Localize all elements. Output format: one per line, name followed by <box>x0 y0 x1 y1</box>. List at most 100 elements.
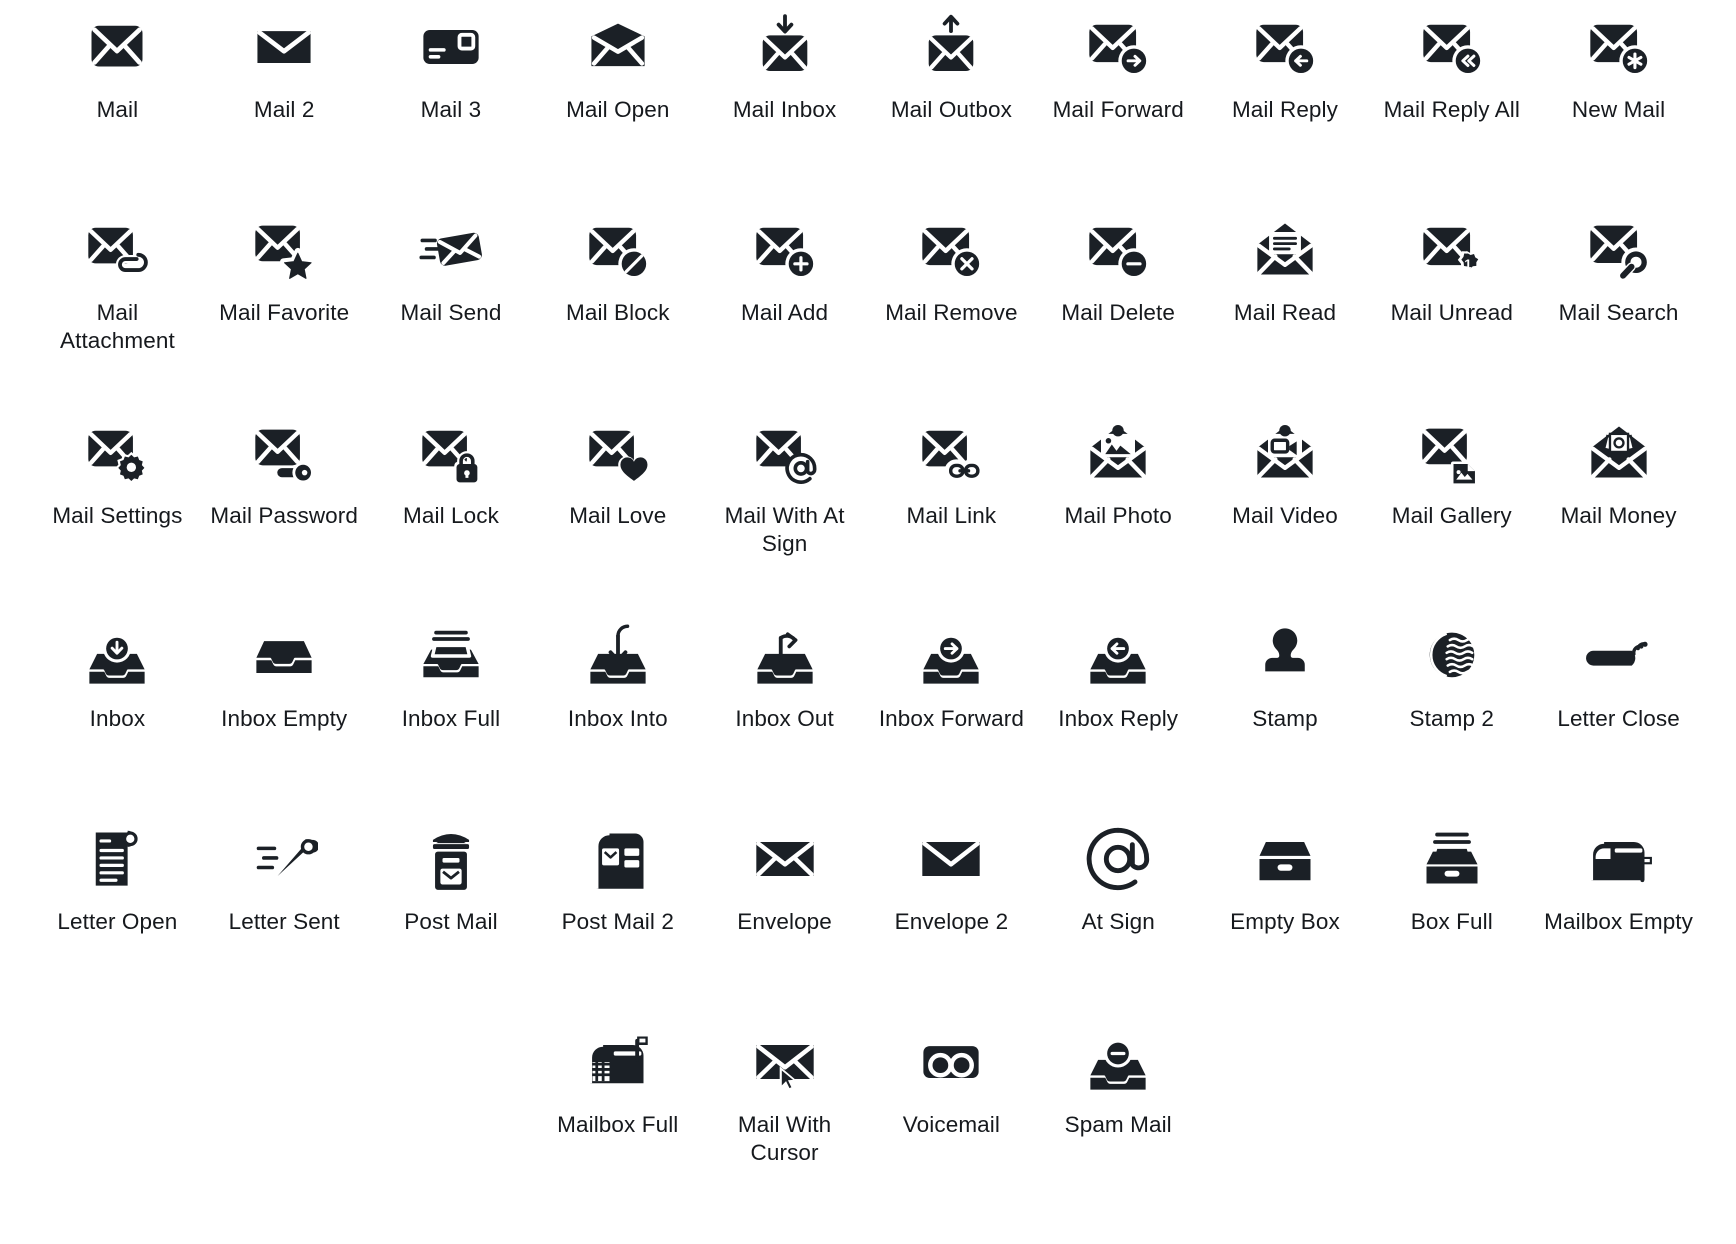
icon-label: Letter Open <box>57 909 178 934</box>
voicemail-icon <box>917 1019 985 1105</box>
icon-cell-mail-reply[interactable]: Mail Reply <box>1202 0 1369 203</box>
icon-cell-envelope-2[interactable]: Envelope 2 <box>868 812 1035 1015</box>
icon-label: Empty Box <box>1230 909 1340 934</box>
icon-cell-new-mail[interactable]: New Mail <box>1535 0 1702 203</box>
mail-reply-icon <box>1251 4 1319 90</box>
icon-cell-voicemail[interactable]: Voicemail <box>868 1015 1035 1195</box>
icon-cell-mail-3[interactable]: Mail 3 <box>368 0 535 203</box>
icon-cell-mail-open[interactable]: Mail Open <box>534 0 701 203</box>
icon-cell-stamp-2[interactable]: Stamp 2 <box>1368 609 1535 812</box>
icon-label: Mailbox Empty <box>1544 909 1694 934</box>
icon-label: Mail Search <box>1558 300 1679 325</box>
icon-cell-mail-video[interactable]: Mail Video <box>1202 406 1369 609</box>
mail-search-icon <box>1585 207 1653 293</box>
icon-cell-inbox-out[interactable]: Inbox Out <box>701 609 868 812</box>
icon-cell-mail-add[interactable]: Mail Add <box>701 203 868 406</box>
mail-inbox-icon <box>751 4 819 90</box>
mail-money-icon <box>1585 410 1653 496</box>
icon-cell-empty-box[interactable]: Empty Box <box>1202 812 1369 1015</box>
icon-cell-mail-attachment[interactable]: Mail Attachment <box>34 203 201 406</box>
icon-cell-mail-outbox[interactable]: Mail Outbox <box>868 0 1035 203</box>
icon-cell-mail-inbox[interactable]: Mail Inbox <box>701 0 868 203</box>
icon-label: Mail Forward <box>1052 97 1184 122</box>
icon-cell-inbox[interactable]: Inbox <box>34 609 201 812</box>
grid-spacer <box>368 1015 535 1195</box>
icon-label: Inbox Reply <box>1058 706 1179 731</box>
icon-cell-mail[interactable]: Mail <box>34 0 201 203</box>
icon-cell-letter-sent[interactable]: Letter Sent <box>201 812 368 1015</box>
mail-open-icon <box>584 4 652 90</box>
svg-text:1: 1 <box>1464 256 1472 271</box>
icon-cell-inbox-into[interactable]: Inbox Into <box>534 609 701 812</box>
icon-label: Mail Outbox <box>890 97 1012 122</box>
icon-cell-mail-reply-all[interactable]: Mail Reply All <box>1368 0 1535 203</box>
icon-cell-mail-photo[interactable]: Mail Photo <box>1035 406 1202 609</box>
icon-cell-letter-open[interactable]: Letter Open <box>34 812 201 1015</box>
icon-label: Letter Sent <box>228 909 340 934</box>
icon-cell-inbox-empty[interactable]: Inbox Empty <box>201 609 368 812</box>
icon-label: Mail Favorite <box>219 300 350 325</box>
icon-cell-mail-link[interactable]: Mail Link <box>868 406 1035 609</box>
icon-cell-envelope[interactable]: Envelope <box>701 812 868 1015</box>
icon-cell-mail-love[interactable]: Mail Love <box>534 406 701 609</box>
icon-cell-mail-remove[interactable]: Mail Remove <box>868 203 1035 406</box>
icon-cell-mail-with-cursor[interactable]: Mail With Cursor <box>701 1015 868 1195</box>
icon-cell-mail-forward[interactable]: Mail Forward <box>1035 0 1202 203</box>
post-mail-icon <box>417 816 485 902</box>
icon-label: Spam Mail <box>1064 1112 1172 1137</box>
icon-cell-mail-password[interactable]: Mail Password <box>201 406 368 609</box>
inbox-icon <box>83 613 151 699</box>
icon-cell-mailbox-full[interactable]: Mailbox Full <box>534 1015 701 1195</box>
icon-cell-mail-gallery[interactable]: Mail Gallery <box>1368 406 1535 609</box>
icon-cell-at-sign[interactable]: At Sign <box>1035 812 1202 1015</box>
icon-label: Stamp <box>1252 706 1318 731</box>
icon-cell-post-mail-2[interactable]: Post Mail 2 <box>534 812 701 1015</box>
icon-cell-post-mail[interactable]: Post Mail <box>368 812 535 1015</box>
icon-cell-inbox-forward[interactable]: Inbox Forward <box>868 609 1035 812</box>
icon-cell-mail-settings[interactable]: Mail Settings <box>34 406 201 609</box>
mail-photo-icon <box>1084 410 1152 496</box>
mail-password-icon <box>250 410 318 496</box>
icon-cell-box-full[interactable]: Box Full <box>1368 812 1535 1015</box>
icon-cell-inbox-full[interactable]: Inbox Full <box>368 609 535 812</box>
icon-label: Mailbox Full <box>557 1112 679 1137</box>
icon-cell-mail-money[interactable]: Mail Money <box>1535 406 1702 609</box>
icon-cell-mail-block[interactable]: Mail Block <box>534 203 701 406</box>
icon-cell-mail-favorite[interactable]: Mail Favorite <box>201 203 368 406</box>
mail-outbox-icon <box>917 4 985 90</box>
mail-attachment-icon <box>83 207 151 293</box>
mail-link-icon <box>917 410 985 496</box>
mail-love-icon <box>584 410 652 496</box>
mailbox-empty-icon <box>1585 816 1653 902</box>
icon-cell-mail-with-at-sign[interactable]: Mail With At Sign <box>701 406 868 609</box>
mail-video-icon <box>1251 410 1319 496</box>
icon-label: Inbox Empty <box>221 706 348 731</box>
icon-label: Letter Close <box>1557 706 1680 731</box>
icon-label: Mail Password <box>210 503 358 528</box>
icon-cell-mail-lock[interactable]: Mail Lock <box>368 406 535 609</box>
icon-label: Mail Unread <box>1390 300 1513 325</box>
icon-cell-letter-close[interactable]: Letter Close <box>1535 609 1702 812</box>
icon-cell-mail-2[interactable]: Mail 2 <box>201 0 368 203</box>
at-sign-icon <box>1084 816 1152 902</box>
mail-favorite-icon <box>250 207 318 293</box>
icon-label: Envelope <box>737 909 832 934</box>
icon-cell-mail-read[interactable]: Mail Read <box>1202 203 1369 406</box>
icon-cell-stamp[interactable]: Stamp <box>1202 609 1369 812</box>
icon-cell-mail-unread[interactable]: 1 Mail Unread <box>1368 203 1535 406</box>
icon-label: Inbox <box>89 706 146 731</box>
icon-cell-mail-delete[interactable]: Mail Delete <box>1035 203 1202 406</box>
icon-cell-mailbox-empty[interactable]: Mailbox Empty <box>1535 812 1702 1015</box>
icon-cell-mail-send[interactable]: Mail Send <box>368 203 535 406</box>
icon-cell-inbox-reply[interactable]: Inbox Reply <box>1035 609 1202 812</box>
icon-label: Mail Send <box>400 300 502 325</box>
icon-label: Mail Lock <box>403 503 499 528</box>
icon-cell-spam-mail[interactable]: Spam Mail <box>1035 1015 1202 1195</box>
icon-cell-mail-search[interactable]: Mail Search <box>1535 203 1702 406</box>
mailbox-full-icon <box>584 1019 652 1105</box>
box-full-icon <box>1418 816 1486 902</box>
icon-label: New Mail <box>1571 97 1666 122</box>
inbox-empty-icon <box>250 613 318 699</box>
icon-label: Envelope 2 <box>894 909 1009 934</box>
icon-label: Mail Remove <box>885 300 1018 325</box>
